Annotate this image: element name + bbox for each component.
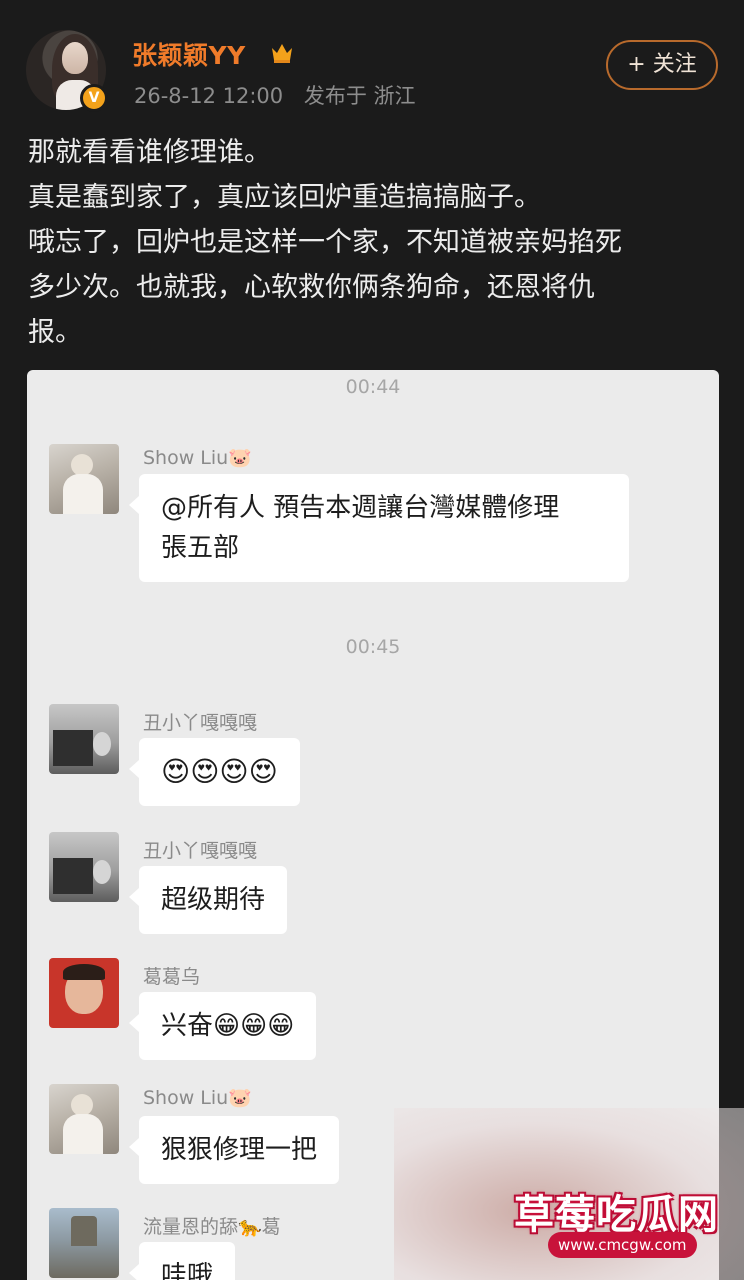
post-text-line: 多少次。也就我，心软救你俩条狗命，还恩将仇 xyxy=(28,272,595,303)
chat-bubble: 😍😍😍😍 xyxy=(129,738,300,806)
follow-button[interactable]: + 关注 xyxy=(606,40,718,90)
bubble-text: 哇哦 xyxy=(161,1261,214,1280)
post-meta: 26-8-12 12:00 发布于 浙江 xyxy=(134,80,416,110)
watermark-url: www.cmcgw.com xyxy=(548,1232,697,1258)
avatar-face xyxy=(62,42,88,74)
chat-timestamp: 00:44 xyxy=(345,376,401,398)
sender-name: Show Liu🐷 xyxy=(143,1087,252,1109)
post-header: V 张颖颖YY 26-8-12 12:00 发布于 浙江 + 关注 xyxy=(0,0,744,120)
chat-bubble: @所有人 預告本週讓台灣媒體修理 張五部 xyxy=(129,474,629,582)
watermark: 草莓吃瓜网 www.cmcgw.com xyxy=(394,1108,744,1280)
sender-name: 丑小丫嘎嘎嘎 xyxy=(143,840,258,862)
bubble-text: @所有人 預告本週讓台灣媒體修理 xyxy=(161,493,560,523)
sender-avatar xyxy=(49,444,119,514)
sender-avatar xyxy=(49,1084,119,1154)
bubble-text: 超级期待 xyxy=(161,885,266,915)
post-location: 发布于 浙江 xyxy=(303,84,416,108)
verified-badge-icon: V xyxy=(80,84,108,112)
bubble-text: 兴奋😁😁😁 xyxy=(161,1011,295,1041)
bubble-text: 😍😍😍😍 xyxy=(161,755,278,788)
sender-name: 葛葛乌 xyxy=(143,966,201,988)
sender-name: 丑小丫嘎嘎嘎 xyxy=(143,712,258,734)
author-username[interactable]: 张颖颖YY xyxy=(132,36,246,72)
member-crown-icon xyxy=(272,44,292,63)
chat-bubble: 哇哦 xyxy=(128,1242,236,1280)
post-date: 26-8-12 12:00 xyxy=(134,84,284,108)
sender-avatar xyxy=(49,958,119,1028)
bubble-text: 狠狠修理一把 xyxy=(161,1135,318,1165)
post-text-line: 那就看看谁修理谁。 xyxy=(28,137,271,168)
sender-name: Show Liu🐷 xyxy=(143,447,252,469)
sender-name: 流量恩的舔🐆葛 xyxy=(143,1216,281,1238)
post-text-line: 哦忘了，回炉也是这样一个家，不知道被亲妈掐死 xyxy=(28,227,622,258)
chat-bubble: 兴奋😁😁😁 xyxy=(128,992,317,1060)
bubble-text: 張五部 xyxy=(161,533,240,563)
post-text: 那就看看谁修理谁。 真是蠢到家了，真应该回炉重造搞搞脑子。 哦忘了，回炉也是这样… xyxy=(28,130,718,355)
sender-avatar xyxy=(49,832,119,902)
sender-avatar xyxy=(49,1208,119,1278)
chat-bubble: 狠狠修理一把 xyxy=(128,1116,340,1184)
post-text-line: 真是蠢到家了，真应该回炉重造搞搞脑子。 xyxy=(28,182,541,213)
chat-timestamp: 00:45 xyxy=(345,636,401,658)
chat-bubble: 超级期待 xyxy=(128,866,288,934)
post-text-line: 报。 xyxy=(28,317,82,348)
sender-avatar xyxy=(49,704,119,774)
